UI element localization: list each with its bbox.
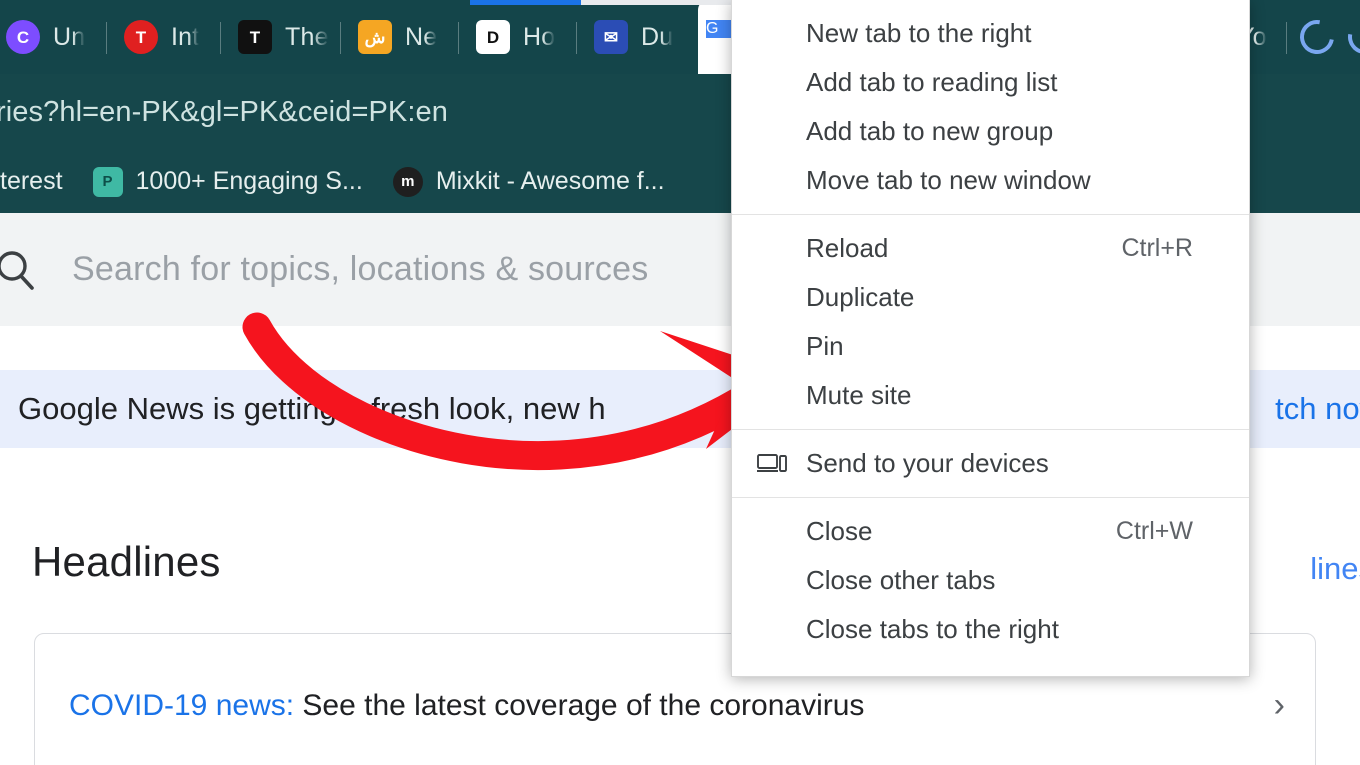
menu-item-close-other-tabs[interactable]: Close other tabs [732,556,1249,605]
menu-item-close-tabs-to-the-right[interactable]: Close tabs to the right [732,605,1249,654]
tab-label: Ho [523,22,556,51]
bookmark-item[interactable]: P 1000+ Engaging S... [78,166,378,197]
tab-6[interactable]: ✉ Du [588,0,679,74]
powerpoint-icon: P [92,166,123,197]
tab-label: Un [53,22,86,51]
menu-item-label: New tab to the right [806,18,1032,48]
menu-item-add-tab-to-reading-list[interactable]: Add tab to reading list [732,58,1249,107]
canva-icon: C [6,20,40,54]
the-news-icon: T [238,20,272,54]
menu-separator [732,497,1249,498]
tab-context-menu[interactable]: New tab to the right Add tab to reading l… [731,0,1250,677]
menu-item-pin[interactable]: Pin [732,322,1249,371]
menu-item-label: Reload [806,233,889,263]
page-load-progress-fill [470,0,582,5]
tab-divider [576,22,577,54]
menu-item-label: Close tabs to the right [806,614,1059,644]
tab-5[interactable]: D Ho [470,0,561,74]
page-loading-spinner-2 [1341,13,1360,61]
menu-item-label: Mute site [806,380,912,410]
bookmark-item[interactable]: terest [0,167,78,196]
menu-item-shortcut: Ctrl+R [1121,234,1193,262]
menu-item-send-to-your-devices[interactable]: Send to your devices [732,439,1249,488]
tab-label: The [285,22,329,51]
menu-item-label: Send to your devices [806,448,1049,478]
menu-item-label: Pin [806,331,844,361]
promo-banner-watch-now-link[interactable]: tch now [1275,391,1360,427]
menu-item-label: Move tab to new window [806,165,1091,195]
bookmark-label: Mixkit - Awesome f... [435,167,665,195]
tab-4[interactable]: ش Ne [352,0,443,74]
menu-item-reload[interactable]: Reload Ctrl+R [732,224,1249,273]
covid-card-prefix: COVID-19 news: [69,688,295,722]
promo-banner-text: Google News is getting a fresh look, new… [18,391,606,426]
menu-item-duplicate[interactable]: Duplicate [732,273,1249,322]
menu-item-shortcut: Ctrl+W [1115,517,1193,545]
tab-divider [340,22,341,54]
search-icon [0,247,46,293]
tab-divider [220,22,221,54]
blue-mail-icon: ✉ [594,20,628,54]
menu-separator [732,214,1249,215]
bookmark-label: terest [0,167,63,195]
chevron-right-icon[interactable]: › [1274,686,1285,725]
menu-separator [732,429,1249,430]
menu-item-label: Add tab to new group [806,116,1054,146]
menu-item-label: Add tab to reading list [806,67,1058,97]
menu-item-label: Duplicate [806,282,915,312]
tab-divider [1286,22,1287,54]
bookmark-label: 1000+ Engaging S... [135,167,363,195]
t-logo-icon: T [124,20,158,54]
tab-2[interactable]: T Int [118,0,205,74]
menu-item-add-tab-to-new-group[interactable]: Add tab to new group [732,107,1249,156]
address-bar-url: ries?hl=en-PK&gl=PK&ceid=PK:en [0,95,448,128]
menu-item-label: Close other tabs [806,565,996,595]
menu-item-new-tab-to-the-right[interactable]: New tab to the right [732,9,1249,58]
tab-divider [458,22,459,54]
tab-3[interactable]: T The [232,0,335,74]
menu-item-mute-site[interactable]: Mute site [732,371,1249,420]
covid-card-body: See the latest coverage of the coronavir… [294,688,865,722]
page-loading-spinner [1293,13,1341,61]
tab-label: Int [171,22,200,51]
bookmark-item[interactable]: m Mixkit - Awesome f... [378,166,680,197]
tab-label: Du [641,22,674,51]
aljazeera-icon: ش [358,20,392,54]
mixkit-icon: m [392,166,423,197]
tab-divider [106,22,107,54]
devices-icon [756,448,788,480]
tab-label: Ne [405,22,438,51]
menu-item-label: Close [806,516,873,546]
search-input-placeholder[interactable]: Search for topics, locations & sources [72,250,648,289]
menu-item-close[interactable]: Close Ctrl+W [732,507,1249,556]
dawn-d-icon: D [476,20,510,54]
page-title-headlines: Headlines [32,538,221,585]
screenshot-root: C Un T Int T The ش Ne D Ho ✉ Du G Yo ries?hl=en-PK&… [0,0,1360,765]
menu-item-move-tab-to-new-window[interactable]: Move tab to new window [732,156,1249,205]
tab-1[interactable]: C Un [0,0,91,74]
headlines-more-link[interactable]: lines [1310,551,1360,587]
covid-card-text: COVID-19 news: See the latest coverage o… [69,689,864,723]
